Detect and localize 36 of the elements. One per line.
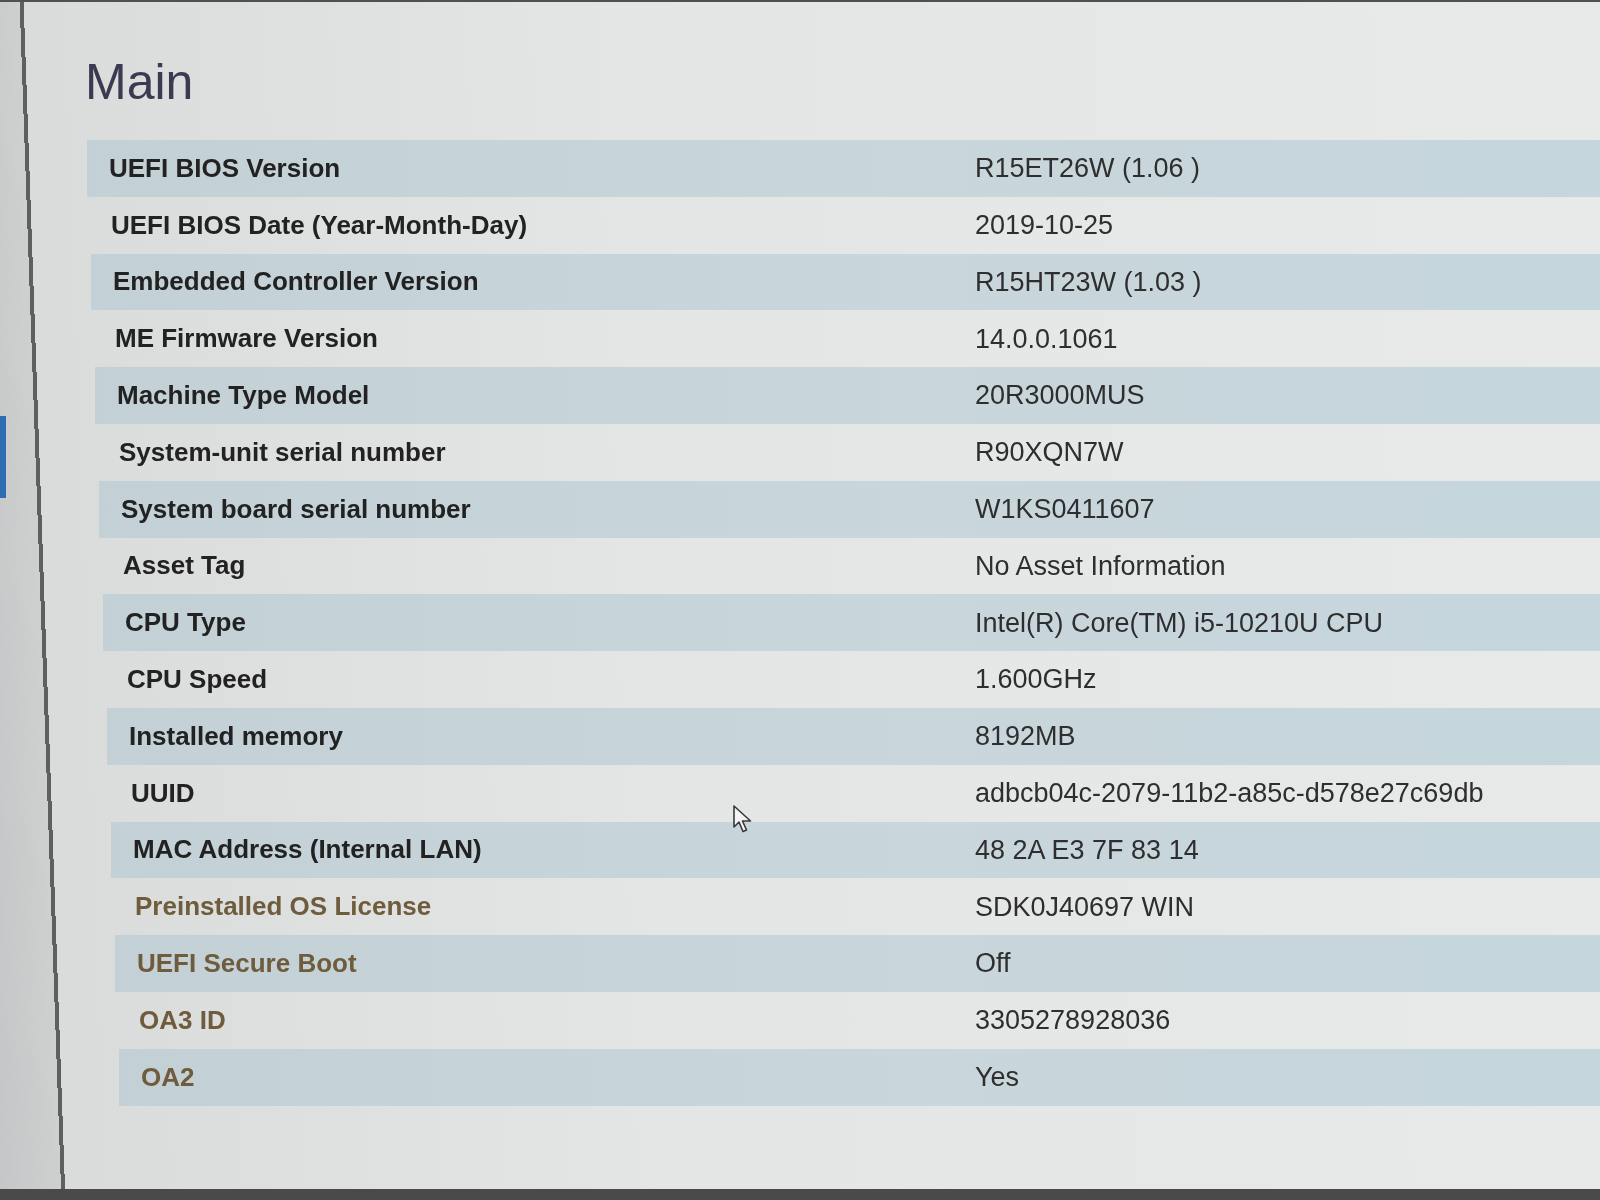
field-value: Off — [975, 947, 1011, 981]
field-value: SDK0J40697 WIN — [975, 890, 1195, 924]
field-value: R90XQN7W — [975, 436, 1124, 470]
page-title: Main — [85, 53, 195, 112]
field-value: W1KS0411607 — [975, 492, 1155, 526]
field-label: Preinstalled OS License — [135, 890, 433, 924]
field-value: 20R3000MUS — [975, 379, 1145, 413]
field-label: CPU Speed — [127, 663, 269, 697]
field-value: Yes — [975, 1060, 1020, 1094]
field-value: 3305278928036 — [975, 1004, 1171, 1038]
field-label: Installed memory — [129, 719, 344, 753]
field-value: 8192MB — [975, 720, 1076, 754]
field-value: Intel(R) Core(TM) i5-10210U CPU — [975, 606, 1384, 640]
field-value: 2019-10-25 — [975, 208, 1114, 242]
field-label: UEFI Secure Boot — [137, 947, 358, 981]
mouse-pointer-icon — [733, 805, 752, 833]
field-value: R15HT23W (1.03 ) — [975, 265, 1202, 299]
field-value: 1.600GHz — [975, 663, 1097, 697]
field-label: OA2 — [141, 1060, 196, 1094]
field-label: UEFI BIOS Version — [109, 151, 342, 185]
field-label: MAC Address (Internal LAN) — [133, 833, 483, 867]
field-label: OA3 ID — [139, 1003, 227, 1037]
field-label: UUID — [131, 776, 196, 810]
field-value: adbcb04c-2079-11b2-a85c-d578e27c69db — [975, 776, 1484, 810]
field-label: Machine Type Model — [117, 379, 371, 413]
field-label: System board serial number — [121, 492, 472, 526]
field-value: 48 2A E3 7F 83 14 — [975, 833, 1199, 867]
field-label: UEFI BIOS Date (Year-Month-Day) — [111, 208, 529, 242]
field-label: System-unit serial number — [119, 435, 447, 469]
field-label: ME Firmware Version — [115, 322, 379, 356]
field-value: 14.0.0.1061 — [975, 322, 1118, 356]
field-label: Asset Tag — [123, 549, 247, 583]
field-value: R15ET26W (1.06 ) — [975, 152, 1201, 186]
field-value: No Asset Information — [975, 549, 1226, 583]
field-label: Embedded Controller Version — [113, 265, 480, 299]
field-label: CPU Type — [125, 606, 247, 640]
